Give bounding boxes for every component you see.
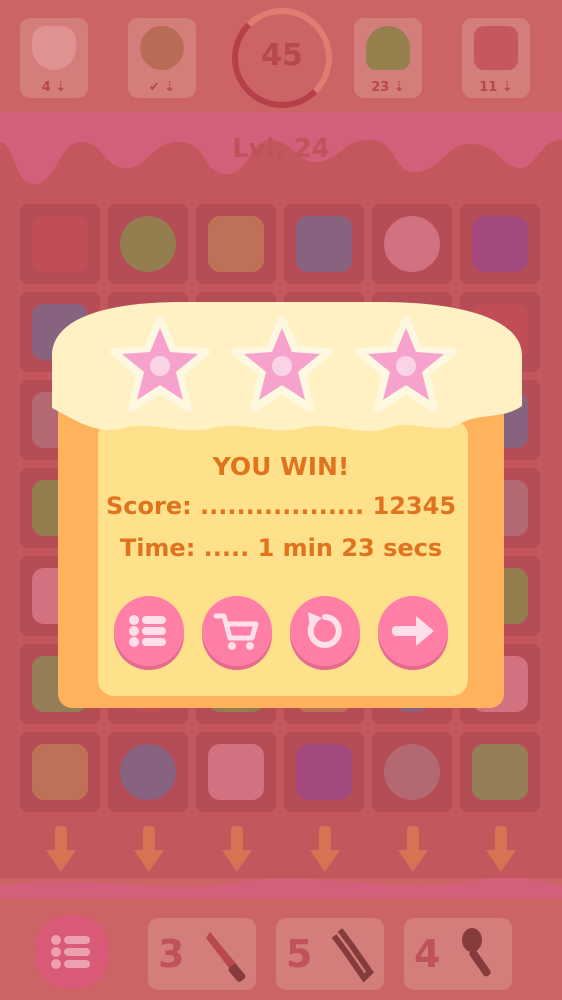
list-icon: [129, 615, 166, 647]
time-line: Time: ..... 1 min 23 secs: [119, 534, 443, 562]
replay-button[interactable]: [290, 596, 360, 666]
star-3-icon: [356, 316, 456, 412]
replay-icon: [307, 612, 342, 648]
menu-list-button[interactable]: [114, 596, 184, 666]
score-line: Score: .................. 12345: [105, 492, 457, 520]
star-1-icon: [110, 316, 210, 412]
arrow-right-icon: [392, 616, 434, 646]
shop-button[interactable]: [202, 596, 272, 666]
star-2-icon: [232, 316, 332, 412]
cart-icon: [213, 613, 259, 650]
next-level-button[interactable]: [378, 596, 448, 666]
win-title: YOU WIN!: [212, 452, 350, 481]
